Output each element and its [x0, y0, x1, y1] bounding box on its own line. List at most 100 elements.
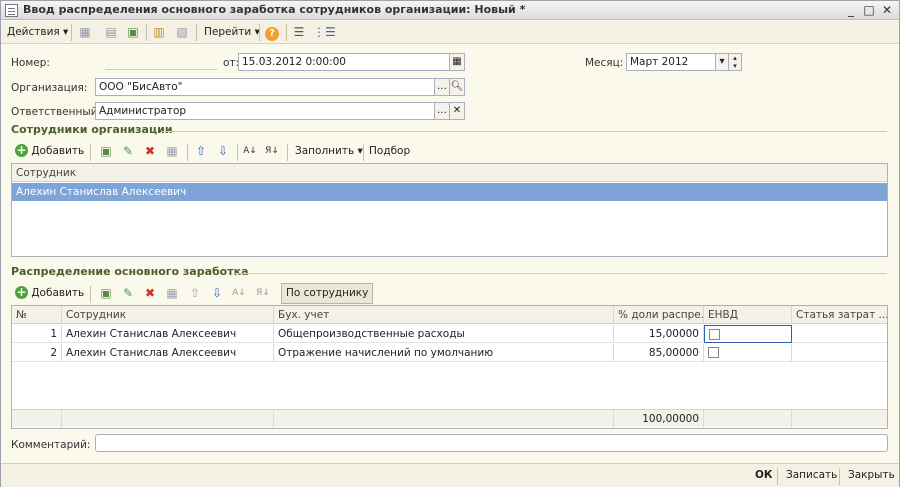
end-edit-icon[interactable]: ▦	[164, 285, 180, 301]
toolbar-separator	[90, 286, 91, 303]
sort-asc-icon[interactable]: A↓	[242, 143, 258, 159]
save-button[interactable]: Записать	[782, 466, 841, 485]
totals-empty-cell	[274, 410, 614, 428]
month-field[interactable]: Март 2012	[626, 53, 716, 71]
employees-add-button[interactable]: + Добавить	[11, 142, 88, 161]
toolbar-separator	[237, 144, 238, 161]
calendar-icon[interactable]: ▦	[449, 53, 465, 71]
org-field[interactable]: ООО "БисАвто"	[95, 78, 435, 96]
responsible-field[interactable]: Администратор	[95, 102, 435, 120]
post-doc-icon[interactable]: ▥	[151, 24, 167, 40]
move-down-icon[interactable]: ⇩	[209, 285, 225, 301]
fill-menu-label: Заполнить	[295, 145, 355, 157]
column-header-envd[interactable]: ЕНВД	[704, 306, 792, 324]
bottom-bar: ОК Записать Закрыть	[1, 463, 899, 487]
share-cell[interactable]: 85,00000	[614, 344, 704, 362]
move-up-icon[interactable]: ⇧	[187, 285, 203, 301]
list-settings-icon[interactable]: ⋮☰	[313, 24, 336, 40]
responsible-select-button[interactable]: …	[434, 102, 450, 120]
goto-menu[interactable]: Перейти ▾	[200, 23, 264, 42]
employee-cell: Алехин Станислав Алексеевич	[16, 186, 187, 198]
refresh-doc-icon[interactable]: ▣	[125, 24, 141, 40]
cost-item-cell[interactable]	[792, 325, 887, 343]
edit-pencil-icon[interactable]: ✎	[120, 285, 136, 301]
move-down-icon[interactable]: ⇩	[215, 143, 231, 159]
select-button[interactable]: Подбор	[365, 142, 414, 161]
employee-cell[interactable]: Алехин Станислав Алексеевич	[62, 325, 274, 343]
totals-empty-cell	[704, 410, 792, 428]
employee-cell[interactable]: Алехин Станислав Алексеевич	[62, 344, 274, 362]
toolbar-separator	[90, 144, 91, 161]
envd-cell[interactable]	[704, 344, 792, 362]
toolbar-separator	[839, 468, 840, 485]
actions-menu[interactable]: Действия ▾	[3, 23, 72, 42]
date-label: от:	[223, 57, 240, 69]
account-cell[interactable]: Общепроизводственные расходы	[274, 325, 614, 343]
distribution-table[interactable]: № Сотрудник Бух. учет % доли распре... Е…	[11, 305, 888, 429]
copy-row-icon[interactable]: ▣	[98, 285, 114, 301]
dropdown-arrow-icon[interactable]: ▾	[715, 53, 729, 71]
distribution-table-header: № Сотрудник Бух. учет % доли распре... Е…	[12, 306, 887, 324]
toolbar-separator	[363, 144, 364, 161]
ok-button[interactable]: ОК	[751, 466, 777, 485]
envd-cell[interactable]	[704, 325, 792, 343]
totals-empty-cell	[12, 410, 62, 428]
totals-empty-cell	[62, 410, 274, 428]
add-doc-icon[interactable]: ▦	[77, 24, 93, 40]
share-cell[interactable]: 15,00000	[614, 325, 704, 343]
column-header-employee[interactable]: Сотрудник	[62, 306, 274, 324]
copy-row-icon[interactable]: ▣	[98, 143, 114, 159]
column-header-number[interactable]: №	[12, 306, 62, 324]
account-cell[interactable]: Отражение начислений по умолчанию	[274, 344, 614, 362]
fill-menu-button[interactable]: Заполнить ▾	[291, 142, 367, 161]
column-header-employee[interactable]: Сотрудник	[12, 164, 887, 182]
toolbar-separator	[259, 24, 260, 41]
org-search-icon[interactable]: 🔍︎	[449, 78, 465, 96]
end-edit-icon[interactable]: ▦	[164, 143, 180, 159]
close-button[interactable]: Закрыть	[844, 466, 899, 485]
employees-table[interactable]: Сотрудник Алехин Станислав Алексеевич	[11, 163, 888, 257]
toolbar-separator	[196, 24, 197, 41]
by-employee-button[interactable]: По сотруднику	[281, 283, 374, 304]
title-bar: Ввод распределения основного заработка с…	[1, 1, 899, 20]
delete-icon[interactable]: ✖	[142, 285, 158, 301]
cost-item-cell[interactable]	[792, 344, 887, 362]
move-up-icon[interactable]: ⇧	[193, 143, 209, 159]
org-select-button[interactable]: …	[434, 78, 450, 96]
edit-pencil-icon[interactable]: ✎	[120, 143, 136, 159]
column-header-share[interactable]: % доли распре...	[614, 306, 704, 324]
employees-table-header: Сотрудник	[12, 164, 887, 182]
minimize-button[interactable]: _	[843, 2, 859, 18]
help-icon[interactable]: ?	[264, 24, 280, 41]
maximize-button[interactable]: □	[861, 2, 877, 18]
envd-checkbox[interactable]	[708, 347, 719, 358]
structure-icon[interactable]: ☰	[291, 24, 307, 40]
main-toolbar: Действия ▾ ▦ ▤ ▣ ▥ ▧ Перейти ▾ ? ☰ ⋮☰	[1, 21, 899, 44]
sort-desc-icon[interactable]: Я↓	[264, 143, 280, 159]
total-share-cell: 100,00000	[614, 410, 704, 428]
date-field[interactable]: 15.03.2012 0:00:00	[238, 53, 450, 71]
row-number-cell: 2	[12, 344, 62, 362]
distribution-add-button[interactable]: + Добавить	[11, 284, 88, 303]
envd-checkbox[interactable]	[709, 329, 720, 340]
sort-asc-icon[interactable]: A↓	[231, 285, 247, 301]
comment-field[interactable]	[95, 434, 888, 452]
month-stepper[interactable]: ▴ ▾	[728, 53, 742, 71]
goto-menu-label: Перейти	[204, 26, 252, 38]
column-header-account[interactable]: Бух. учет	[274, 306, 614, 324]
number-field[interactable]	[105, 54, 217, 70]
section-divider	[233, 273, 887, 274]
comment-label: Комментарий:	[11, 439, 91, 451]
column-header-cost-item[interactable]: Статья затрат ...	[792, 306, 887, 324]
toolbar-separator	[287, 144, 288, 161]
window-title: Ввод распределения основного заработка с…	[23, 3, 526, 16]
sort-desc-icon[interactable]: Я↓	[255, 285, 271, 301]
copy-icon[interactable]: ▤	[103, 24, 119, 40]
close-window-button[interactable]: ✕	[879, 2, 895, 18]
table-row[interactable]: Алехин Станислав Алексеевич	[12, 183, 887, 201]
org-label: Организация:	[11, 82, 88, 94]
responsible-clear-icon[interactable]: ✕	[449, 102, 465, 120]
delete-icon[interactable]: ✖	[142, 143, 158, 159]
unpost-doc-icon[interactable]: ▧	[174, 24, 190, 40]
totals-row: 100,00000	[12, 409, 887, 428]
